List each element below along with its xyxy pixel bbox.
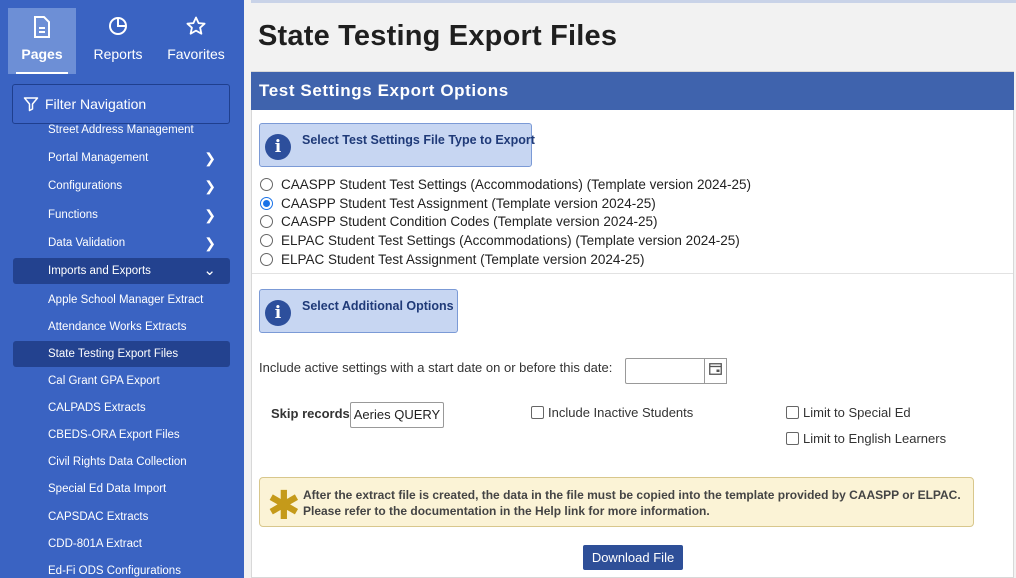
- additional-options-label: Select Additional Options: [302, 299, 454, 313]
- notice-line-1: After the extract file is created, the d…: [303, 488, 961, 502]
- checkbox-label: Limit to English Learners: [803, 430, 947, 446]
- filter-navigation-input[interactable]: [45, 96, 225, 112]
- radio-elpac-test-assignment[interactable]: ELPAC Student Test Assignment (Template …: [260, 250, 644, 268]
- nav-item-calpads-extracts[interactable]: CALPADS Extracts: [13, 395, 230, 421]
- chevron-right-icon: ❯: [204, 235, 216, 251]
- radio-button[interactable]: [260, 252, 273, 266]
- star-icon: [162, 16, 230, 38]
- nav-item-capsdac-extracts[interactable]: CAPSDAC Extracts: [13, 504, 230, 530]
- pie-chart-icon: [84, 16, 152, 38]
- calendar-icon: [709, 362, 722, 380]
- info-icon: i: [265, 134, 291, 160]
- tab-favorites-label: Favorites: [167, 46, 225, 62]
- nav-item-label: Portal Management: [48, 152, 149, 164]
- nav-item-portal-management[interactable]: Portal Management ❯: [13, 145, 230, 171]
- start-date-input[interactable]: [625, 358, 705, 384]
- radio-button[interactable]: [260, 214, 273, 228]
- nav-item-civil-rights[interactable]: Civil Rights Data Collection: [13, 449, 230, 475]
- nav-item-label: Ed-Fi ODS Configurations: [48, 565, 181, 577]
- radio-caaspp-test-assignment[interactable]: CAASPP Student Test Assignment (Template…: [260, 194, 656, 212]
- limit-english-learners-checkbox[interactable]: Limit to English Learners: [786, 430, 946, 446]
- chevron-down-icon: ⌄: [203, 262, 216, 279]
- calendar-button[interactable]: [704, 358, 727, 384]
- nav-item-label: CDD-801A Extract: [48, 538, 142, 550]
- include-inactive-checkbox[interactable]: Include Inactive Students: [531, 404, 693, 420]
- radio-label: CAASPP Student Test Assignment (Template…: [281, 195, 656, 211]
- nav-item-label: CAPSDAC Extracts: [48, 511, 149, 523]
- radio-caaspp-condition-codes[interactable]: CAASPP Student Condition Codes (Template…: [260, 212, 657, 230]
- radio-elpac-test-settings[interactable]: ELPAC Student Test Settings (Accommodati…: [260, 231, 740, 249]
- aeries-query-button[interactable]: Aeries QUERY: [350, 402, 444, 428]
- radio-button[interactable]: [260, 177, 273, 191]
- radio-button[interactable]: [260, 233, 273, 247]
- tab-pages-label: Pages: [21, 46, 63, 62]
- nav-item-configurations[interactable]: Configurations ❯: [13, 173, 230, 199]
- nav-item-label: CALPADS Extracts: [48, 402, 146, 414]
- nav-item-label: Data Validation: [48, 237, 126, 249]
- notice-line-2: Please refer to the documentation in the…: [303, 504, 710, 518]
- nav-item-attendance-works[interactable]: Attendance Works Extracts: [13, 314, 230, 340]
- page-icon: [8, 16, 76, 38]
- nav-item-label: Apple School Manager Extract: [48, 294, 204, 306]
- notice-box: ✱ After the extract file is created, the…: [259, 477, 974, 527]
- nav-item-label: State Testing Export Files: [48, 348, 179, 360]
- nav-item-label: Street Address Management: [48, 124, 194, 136]
- nav-item-special-ed-import[interactable]: Special Ed Data Import: [13, 476, 230, 502]
- radio-label: CAASPP Student Test Settings (Accommodat…: [281, 176, 751, 192]
- nav-item-label: Civil Rights Data Collection: [48, 456, 187, 468]
- page-title: State Testing Export Files: [258, 20, 618, 52]
- tab-reports[interactable]: Reports: [84, 8, 152, 74]
- notice-text: After the extract file is created, the d…: [303, 487, 961, 519]
- nav-item-cdd-801a[interactable]: CDD-801A Extract: [13, 531, 230, 557]
- checkbox[interactable]: [786, 405, 799, 419]
- filter-icon: [23, 96, 39, 112]
- chevron-right-icon: ❯: [204, 207, 216, 223]
- asterisk-icon: ✱: [267, 483, 301, 529]
- nav-item-state-testing-export-files[interactable]: State Testing Export Files: [13, 341, 230, 367]
- sidebar: Pages Reports Favorites Street Address M…: [0, 0, 244, 578]
- section-divider: [252, 273, 1013, 274]
- radio-label: CAASPP Student Condition Codes (Template…: [281, 213, 658, 229]
- download-file-button[interactable]: Download File: [583, 545, 683, 570]
- radio-label: ELPAC Student Test Settings (Accommodati…: [281, 232, 740, 248]
- checkbox[interactable]: [786, 431, 799, 445]
- nav-item-imports-and-exports[interactable]: Imports and Exports ⌄: [13, 258, 230, 284]
- file-type-info-label: Select Test Settings File Type to Export: [302, 133, 535, 147]
- nav-item-label: Attendance Works Extracts: [48, 321, 187, 333]
- checkbox-label: Limit to Special Ed: [803, 404, 911, 420]
- checkbox-label: Include Inactive Students: [548, 404, 694, 420]
- section-header: Test Settings Export Options: [251, 72, 1014, 110]
- nav-item-label: Configurations: [48, 180, 123, 192]
- skip-records-label: Skip records:: [271, 406, 355, 421]
- nav-item-data-validation[interactable]: Data Validation ❯: [13, 230, 230, 256]
- chevron-right-icon: ❯: [204, 178, 216, 194]
- nav-item-label: Special Ed Data Import: [48, 483, 167, 495]
- nav-item-ed-fi-ods[interactable]: Ed-Fi ODS Configurations: [13, 558, 230, 578]
- tab-reports-label: Reports: [93, 46, 143, 62]
- nav-item-cal-grant-gpa[interactable]: Cal Grant GPA Export: [13, 368, 230, 394]
- radio-button-selected[interactable]: [260, 196, 273, 210]
- nav-item-label: Imports and Exports: [48, 265, 151, 277]
- nav-item-functions[interactable]: Functions ❯: [13, 202, 230, 228]
- limit-special-ed-checkbox[interactable]: Limit to Special Ed: [786, 404, 911, 420]
- checkbox[interactable]: [531, 405, 544, 419]
- nav-item-label: Functions: [48, 209, 98, 221]
- top-nav: Pages Reports Favorites: [0, 0, 244, 82]
- start-date-label: Include active settings with a start dat…: [259, 360, 613, 375]
- chevron-right-icon: ❯: [204, 150, 216, 166]
- top-border: [251, 0, 1016, 3]
- tab-favorites[interactable]: Favorites: [162, 8, 230, 74]
- nav-item-cbeds-ora[interactable]: CBEDS-ORA Export Files: [13, 422, 230, 448]
- tab-pages[interactable]: Pages: [8, 8, 76, 74]
- nav-item-street-address[interactable]: Street Address Management: [13, 118, 230, 142]
- nav-item-label: Cal Grant GPA Export: [48, 375, 160, 387]
- file-type-info: i Select Test Settings File Type to Expo…: [259, 123, 535, 167]
- nav-item-label: CBEDS-ORA Export Files: [48, 429, 180, 441]
- nav-item-apple-school-manager[interactable]: Apple School Manager Extract: [13, 287, 230, 313]
- info-icon: i: [265, 300, 291, 326]
- additional-options-info: i Select Additional Options: [259, 289, 458, 333]
- radio-caaspp-test-settings[interactable]: CAASPP Student Test Settings (Accommodat…: [260, 175, 751, 193]
- radio-label: ELPAC Student Test Assignment (Template …: [281, 251, 645, 267]
